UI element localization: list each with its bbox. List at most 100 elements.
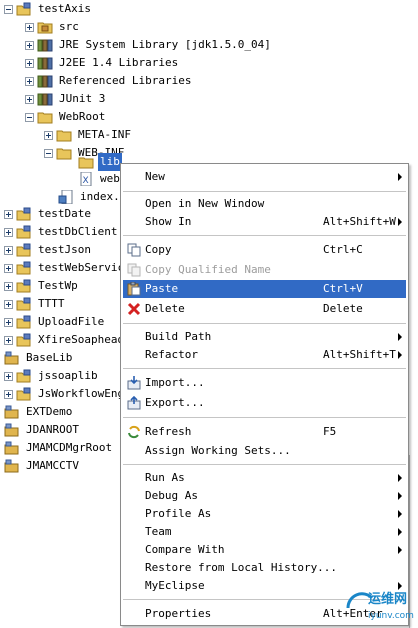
tree-item-testAxis[interactable]: testAxis	[4, 0, 93, 18]
menu-item-team[interactable]: Team	[123, 523, 406, 541]
expand-toggle-icon[interactable]	[25, 94, 34, 104]
submenu-arrow-icon	[398, 173, 402, 181]
tree-item-TestWp[interactable]: TestWp	[4, 277, 80, 295]
tree-item-label: EXTDemo	[26, 405, 73, 418]
tree-item-testDate[interactable]: testDate	[4, 205, 93, 223]
paste-icon	[127, 282, 141, 296]
tree-item-label: src	[59, 20, 79, 33]
menu-separator	[123, 368, 406, 369]
watermark-brand: 运维网	[368, 591, 407, 607]
tree-item-referenced-libraries[interactable]: Referenced Libraries	[25, 72, 193, 90]
delete-icon	[127, 302, 141, 316]
menu-item-refactor[interactable]: Refactor Alt+Shift+T	[123, 346, 406, 364]
submenu-arrow-icon	[398, 333, 402, 341]
tree-item-TTTT[interactable]: TTTT	[4, 295, 67, 313]
project-icon	[16, 243, 31, 257]
tree-item-EXTDemo[interactable]: EXTDemo	[4, 403, 74, 421]
project-icon	[16, 279, 31, 293]
menu-item-paste[interactable]: Paste Ctrl+V	[123, 280, 406, 298]
closed-project-icon	[4, 351, 19, 365]
tree-item-label: Referenced Libraries	[59, 74, 192, 87]
tree-item-testWebServic[interactable]: testWebServic	[4, 259, 126, 277]
tree-item-lib[interactable]: lib	[78, 153, 122, 171]
closed-project-icon	[4, 459, 19, 473]
collapse-toggle-icon[interactable]	[44, 148, 53, 158]
expand-toggle-icon[interactable]	[4, 209, 13, 219]
tree-item-label: UploadFile	[38, 315, 105, 328]
xml-file-icon: X	[80, 172, 92, 186]
project-icon	[16, 387, 31, 401]
folder-icon	[78, 157, 94, 169]
tree-item-JDANROOT[interactable]: JDANROOT	[4, 421, 81, 439]
copy-icon	[127, 243, 141, 257]
menu-item-copy-qualified-name[interactable]: Copy Qualified Name	[123, 261, 406, 279]
menu-item-copy[interactable]: Copy Ctrl+C	[123, 241, 406, 259]
library-icon	[37, 39, 53, 52]
tree-item-jssoaplib[interactable]: jssoaplib	[4, 367, 100, 385]
menu-item-compare-with[interactable]: Compare With	[123, 541, 406, 559]
tree-item-label: TTTT	[38, 297, 65, 310]
refresh-icon	[128, 425, 140, 439]
expand-toggle-icon[interactable]	[25, 58, 34, 68]
collapse-toggle-icon[interactable]	[4, 4, 13, 14]
tree-item-UploadFile[interactable]: UploadFile	[4, 313, 106, 331]
project-icon	[16, 333, 31, 347]
tree-item-index-jsp[interactable]: index.j	[58, 188, 128, 206]
tree-item-webroot[interactable]: WebRoot	[25, 108, 107, 126]
tree-item-testDbClient[interactable]: testDbClient	[4, 223, 119, 241]
menu-item-run-as[interactable]: Run As	[123, 469, 406, 487]
collapse-toggle-icon[interactable]	[25, 112, 34, 122]
menu-item-refresh[interactable]: Refresh F5	[123, 423, 406, 441]
menu-item-delete[interactable]: Delete Delete	[123, 300, 406, 318]
closed-project-icon	[4, 441, 19, 455]
jsp-file-icon	[58, 190, 73, 204]
expand-toggle-icon[interactable]	[25, 76, 34, 86]
tree-item-label: WebRoot	[59, 110, 106, 123]
tree-item-JMAMCCTV[interactable]: JMAMCCTV	[4, 457, 81, 475]
menu-separator	[123, 235, 406, 236]
project-icon	[16, 207, 31, 221]
expand-toggle-icon[interactable]	[44, 130, 53, 140]
expand-toggle-icon[interactable]	[4, 389, 13, 399]
expand-toggle-icon[interactable]	[4, 227, 13, 237]
menu-item-show-in[interactable]: Show In Alt+Shift+W	[123, 213, 406, 231]
tree-item-jre-library[interactable]: JRE System Library [jdk1.5.0_04]	[25, 36, 273, 54]
tree-item-src[interactable]: src	[25, 18, 81, 36]
tree-item-label: XfireSoaphead	[38, 333, 125, 346]
submenu-arrow-icon	[398, 218, 402, 226]
submenu-arrow-icon	[398, 351, 402, 359]
expand-toggle-icon[interactable]	[4, 371, 13, 381]
expand-toggle-icon[interactable]	[4, 245, 13, 255]
menu-item-open-in-new-window[interactable]: Open in New Window	[123, 195, 406, 213]
menu-item-new[interactable]: New	[123, 168, 406, 186]
menu-item-build-path[interactable]: Build Path	[123, 328, 406, 346]
tree-item-testJson[interactable]: testJson	[4, 241, 93, 259]
submenu-arrow-icon	[398, 474, 402, 482]
tree-item-junit3[interactable]: JUnit 3	[25, 90, 107, 108]
tree-item-JMAMCDMgrRoot[interactable]: JMAMCDMgrRoot	[4, 439, 114, 457]
expand-toggle-icon[interactable]	[4, 335, 13, 345]
menu-item-assign-working-sets[interactable]: Assign Working Sets...	[123, 442, 406, 460]
library-icon	[37, 93, 53, 106]
tree-item-label: lib	[98, 153, 122, 171]
tree-item-label: testDate	[38, 207, 91, 220]
menu-item-import[interactable]: Import...	[123, 374, 406, 392]
tree-item-BaseLib[interactable]: BaseLib	[4, 349, 74, 367]
library-icon	[37, 75, 53, 88]
tree-item-XfireSoaphead[interactable]: XfireSoaphead	[4, 331, 126, 349]
expand-toggle-icon[interactable]	[4, 299, 13, 309]
menu-item-restore-local-history[interactable]: Restore from Local History...	[123, 559, 406, 577]
menu-item-debug-as[interactable]: Debug As	[123, 487, 406, 505]
menu-item-profile-as[interactable]: Profile As	[123, 505, 406, 523]
export-icon	[127, 396, 141, 410]
tree-item-meta-inf[interactable]: META-INF	[44, 126, 133, 144]
expand-toggle-icon[interactable]	[4, 263, 13, 273]
expand-toggle-icon[interactable]	[25, 40, 34, 50]
expand-toggle-icon[interactable]	[25, 22, 34, 32]
tree-item-JsWorkflowEng[interactable]: JsWorkflowEng	[4, 385, 126, 403]
menu-item-export[interactable]: Export...	[123, 394, 406, 412]
tree-item-j2ee-libraries[interactable]: J2EE 1.4 Libraries	[25, 54, 180, 72]
expand-toggle-icon[interactable]	[4, 281, 13, 291]
tree-item-label: TestWp	[38, 279, 78, 292]
expand-toggle-icon[interactable]	[4, 317, 13, 327]
